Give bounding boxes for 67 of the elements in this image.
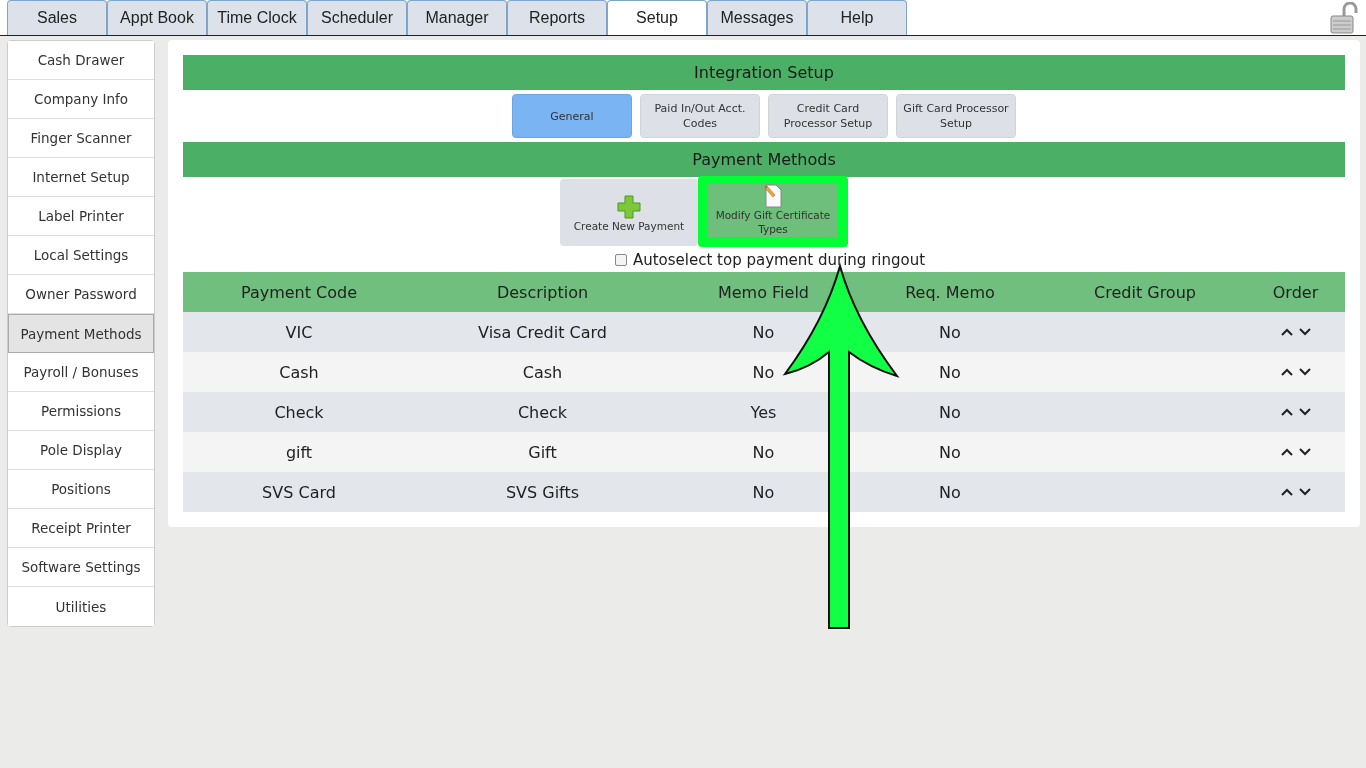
table-cell: No <box>939 482 961 502</box>
table-cell: Gift <box>528 442 557 462</box>
caret-down-icon[interactable] <box>1298 368 1311 376</box>
table-cell: gift <box>285 442 313 462</box>
table-cell: VIC <box>285 322 313 342</box>
table-cell: Check <box>517 402 568 422</box>
nav-tab[interactable]: Scheduler <box>307 0 407 35</box>
column-header: Description <box>495 281 590 304</box>
table-cell: Cash <box>522 362 563 382</box>
table-row[interactable]: Check Check Yes No <box>183 392 1345 432</box>
column-header: Req. Memo <box>904 281 996 304</box>
caret-up-icon[interactable] <box>1280 488 1293 496</box>
action-label: Modify Gift Certificate Types <box>714 208 832 236</box>
table-cell: Cash <box>279 362 319 382</box>
table-cell: No <box>752 442 775 462</box>
plus-icon <box>617 195 641 219</box>
nav-tab[interactable]: Reports <box>507 0 607 35</box>
sidebar-item[interactable]: Cash Drawer <box>8 41 154 80</box>
caret-down-icon[interactable] <box>1298 448 1311 456</box>
table-cell: No <box>939 402 961 422</box>
table-row[interactable]: SVS Card SVS Gifts No No <box>183 472 1345 512</box>
table-cell: Check <box>274 402 324 422</box>
caret-down-icon[interactable] <box>1298 488 1311 496</box>
checkbox-label: Autoselect top payment during ringout <box>632 251 926 269</box>
table-cell: Visa Credit Card <box>478 322 607 342</box>
table-cell: Yes <box>750 402 777 422</box>
table-cell: No <box>752 362 775 382</box>
nav-tab[interactable]: Help <box>807 0 907 35</box>
action-button[interactable]: Modify Gift Certificate Types <box>698 176 848 247</box>
action-label: Create New Payment <box>573 219 685 233</box>
nav-tab[interactable]: Manager <box>407 0 507 35</box>
table-cell: No <box>752 322 775 342</box>
table-cell: No <box>939 442 961 462</box>
table-cell: SVS Card <box>262 482 336 502</box>
integration-button[interactable]: General <box>512 94 632 138</box>
caret-up-icon[interactable] <box>1280 448 1293 456</box>
pencil-document-icon <box>762 184 784 208</box>
column-header: Payment Code <box>239 281 359 304</box>
table-row[interactable]: Cash Cash No No <box>183 352 1345 392</box>
sidebar-item[interactable]: Payment Methods <box>8 314 154 353</box>
action-button[interactable]: Create New Payment <box>560 179 698 246</box>
table-cell: No <box>752 482 775 502</box>
nav-tab[interactable]: Time Clock <box>207 0 307 35</box>
checkbox[interactable] <box>614 254 627 266</box>
column-header: Order <box>1271 281 1320 304</box>
caret-up-icon[interactable] <box>1280 408 1293 416</box>
caret-up-icon[interactable] <box>1280 328 1293 336</box>
nav-tab[interactable]: Sales <box>7 0 107 35</box>
table-cell: No <box>939 362 961 382</box>
column-header: Credit Group <box>1093 281 1197 304</box>
nav-tab[interactable]: Messages <box>707 0 807 35</box>
integration-button[interactable]: Gift Card Processor Setup <box>896 94 1016 138</box>
caret-up-icon[interactable] <box>1280 368 1293 376</box>
padlock-icon[interactable] <box>1330 2 1360 34</box>
column-header: Memo Field <box>716 281 810 304</box>
table-row[interactable]: gift Gift No No <box>183 432 1345 472</box>
table-row[interactable]: VIC Visa Credit Card No No <box>183 312 1345 352</box>
section-header: Integration Setup <box>183 55 1345 90</box>
table-cell: No <box>939 322 961 342</box>
nav-tab[interactable]: Setup <box>607 0 707 35</box>
table-cell: SVS Gifts <box>505 482 580 502</box>
caret-down-icon[interactable] <box>1298 328 1311 336</box>
nav-tab[interactable]: Appt Book <box>107 0 207 35</box>
integration-button[interactable]: Paid In/Out Acct. Codes <box>640 94 760 138</box>
caret-down-icon[interactable] <box>1298 408 1311 416</box>
section-header: Payment Methods <box>183 142 1345 177</box>
integration-button[interactable]: Credit Card Processor Setup <box>768 94 888 138</box>
